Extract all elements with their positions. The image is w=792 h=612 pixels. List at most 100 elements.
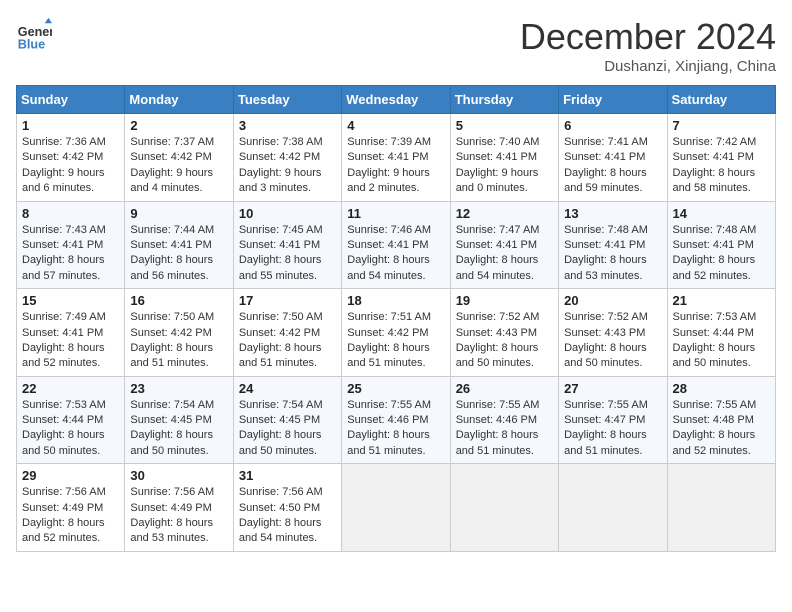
day-number: 16	[130, 293, 227, 308]
day-info: Sunrise: 7:36 AMSunset: 4:42 PMDaylight:…	[22, 136, 106, 194]
day-number: 30	[130, 468, 227, 483]
calendar-cell	[667, 464, 775, 552]
day-info: Sunrise: 7:53 AMSunset: 4:44 PMDaylight:…	[673, 311, 757, 369]
day-info: Sunrise: 7:42 AMSunset: 4:41 PMDaylight:…	[673, 136, 757, 194]
day-number: 31	[239, 468, 336, 483]
day-info: Sunrise: 7:52 AMSunset: 4:43 PMDaylight:…	[564, 311, 648, 369]
logo: General Blue	[16, 16, 52, 52]
svg-text:Blue: Blue	[18, 37, 45, 51]
calendar-cell: 5 Sunrise: 7:40 AMSunset: 4:41 PMDaylight…	[450, 114, 558, 202]
day-number: 26	[456, 381, 553, 396]
calendar-cell: 8 Sunrise: 7:43 AMSunset: 4:41 PMDaylight…	[17, 201, 125, 289]
day-number: 29	[22, 468, 119, 483]
day-info: Sunrise: 7:56 AMSunset: 4:49 PMDaylight:…	[22, 486, 106, 544]
day-info: Sunrise: 7:47 AMSunset: 4:41 PMDaylight:…	[456, 224, 540, 282]
calendar-week-5: 29 Sunrise: 7:56 AMSunset: 4:49 PMDayligh…	[17, 464, 776, 552]
weekday-header-thursday: Thursday	[450, 86, 558, 114]
day-info: Sunrise: 7:55 AMSunset: 4:47 PMDaylight:…	[564, 399, 648, 457]
day-info: Sunrise: 7:41 AMSunset: 4:41 PMDaylight:…	[564, 136, 648, 194]
calendar-cell: 19 Sunrise: 7:52 AMSunset: 4:43 PMDayligh…	[450, 289, 558, 377]
day-info: Sunrise: 7:55 AMSunset: 4:46 PMDaylight:…	[347, 399, 431, 457]
day-number: 13	[564, 206, 661, 221]
calendar-cell: 24Sunrise: 7:54 AMSunset: 4:45 PMDayligh…	[233, 376, 341, 464]
day-info: Sunrise: 7:49 AMSunset: 4:41 PMDaylight:…	[22, 311, 106, 369]
day-number: 3	[239, 118, 336, 133]
calendar-cell	[450, 464, 558, 552]
calendar-cell	[342, 464, 450, 552]
day-info: Sunrise: 7:55 AMSunset: 4:46 PMDaylight:…	[456, 399, 540, 457]
day-info: Sunrise: 7:53 AMSunset: 4:44 PMDaylight:…	[22, 399, 106, 457]
page-header: General Blue December 2024 Dushanzi, Xin…	[16, 16, 776, 75]
day-info: Sunrise: 7:50 AMSunset: 4:42 PMDaylight:…	[130, 311, 214, 369]
day-number: 5	[456, 118, 553, 133]
day-number: 23	[130, 381, 227, 396]
calendar-week-4: 22Sunrise: 7:53 AMSunset: 4:44 PMDayligh…	[17, 376, 776, 464]
day-info: Sunrise: 7:45 AMSunset: 4:41 PMDaylight:…	[239, 224, 323, 282]
weekday-header-sunday: Sunday	[17, 86, 125, 114]
calendar-cell: 20 Sunrise: 7:52 AMSunset: 4:43 PMDayligh…	[559, 289, 667, 377]
weekday-header-friday: Friday	[559, 86, 667, 114]
calendar-cell: 17 Sunrise: 7:50 AMSunset: 4:42 PMDayligh…	[233, 289, 341, 377]
day-number: 15	[22, 293, 119, 308]
calendar-cell: 15 Sunrise: 7:49 AMSunset: 4:41 PMDayligh…	[17, 289, 125, 377]
day-info: Sunrise: 7:56 AMSunset: 4:50 PMDaylight:…	[239, 486, 323, 544]
day-number: 20	[564, 293, 661, 308]
day-info: Sunrise: 7:44 AMSunset: 4:41 PMDaylight:…	[130, 224, 214, 282]
calendar-cell: 22Sunrise: 7:53 AMSunset: 4:44 PMDayligh…	[17, 376, 125, 464]
day-number: 6	[564, 118, 661, 133]
day-number: 14	[673, 206, 770, 221]
day-number: 9	[130, 206, 227, 221]
weekday-header-tuesday: Tuesday	[233, 86, 341, 114]
day-number: 12	[456, 206, 553, 221]
calendar-week-1: 1 Sunrise: 7:36 AMSunset: 4:42 PMDaylight…	[17, 114, 776, 202]
calendar-cell: 28Sunrise: 7:55 AMSunset: 4:48 PMDayligh…	[667, 376, 775, 464]
day-info: Sunrise: 7:48 AMSunset: 4:41 PMDaylight:…	[673, 224, 757, 282]
day-info: Sunrise: 7:48 AMSunset: 4:41 PMDaylight:…	[564, 224, 648, 282]
day-info: Sunrise: 7:52 AMSunset: 4:43 PMDaylight:…	[456, 311, 540, 369]
calendar-header-row: SundayMondayTuesdayWednesdayThursdayFrid…	[17, 86, 776, 114]
calendar-cell: 3Sunrise: 7:38 AMSunset: 4:42 PMDaylight…	[233, 114, 341, 202]
title-block: December 2024 Dushanzi, Xinjiang, China	[520, 16, 776, 75]
day-number: 4	[347, 118, 444, 133]
calendar-cell: 16 Sunrise: 7:50 AMSunset: 4:42 PMDayligh…	[125, 289, 233, 377]
month-title: December 2024	[520, 16, 776, 58]
day-info: Sunrise: 7:55 AMSunset: 4:48 PMDaylight:…	[673, 399, 757, 457]
calendar-cell: 26 Sunrise: 7:55 AMSunset: 4:46 PMDayligh…	[450, 376, 558, 464]
day-info: Sunrise: 7:39 AMSunset: 4:41 PMDaylight:…	[347, 136, 431, 194]
day-number: 10	[239, 206, 336, 221]
day-number: 25	[347, 381, 444, 396]
day-info: Sunrise: 7:46 AMSunset: 4:41 PMDaylight:…	[347, 224, 431, 282]
logo-icon: General Blue	[16, 16, 52, 52]
calendar-body: 1 Sunrise: 7:36 AMSunset: 4:42 PMDaylight…	[17, 114, 776, 552]
calendar-cell: 7 Sunrise: 7:42 AMSunset: 4:41 PMDaylight…	[667, 114, 775, 202]
calendar-table: SundayMondayTuesdayWednesdayThursdayFrid…	[16, 85, 776, 552]
location: Dushanzi, Xinjiang, China	[520, 58, 776, 75]
day-number: 8	[22, 206, 119, 221]
day-info: Sunrise: 7:43 AMSunset: 4:41 PMDaylight:…	[22, 224, 106, 282]
weekday-header-saturday: Saturday	[667, 86, 775, 114]
day-info: Sunrise: 7:56 AMSunset: 4:49 PMDaylight:…	[130, 486, 214, 544]
day-number: 21	[673, 293, 770, 308]
calendar-cell: 1 Sunrise: 7:36 AMSunset: 4:42 PMDaylight…	[17, 114, 125, 202]
calendar-cell: 30 Sunrise: 7:56 AMSunset: 4:49 PMDayligh…	[125, 464, 233, 552]
day-info: Sunrise: 7:40 AMSunset: 4:41 PMDaylight:…	[456, 136, 540, 194]
calendar-cell	[559, 464, 667, 552]
calendar-cell: 2Sunrise: 7:37 AMSunset: 4:42 PMDaylight…	[125, 114, 233, 202]
calendar-cell: 23Sunrise: 7:54 AMSunset: 4:45 PMDayligh…	[125, 376, 233, 464]
calendar-cell: 13 Sunrise: 7:48 AMSunset: 4:41 PMDayligh…	[559, 201, 667, 289]
day-number: 11	[347, 206, 444, 221]
day-number: 2	[130, 118, 227, 133]
calendar-cell: 9 Sunrise: 7:44 AMSunset: 4:41 PMDaylight…	[125, 201, 233, 289]
day-info: Sunrise: 7:50 AMSunset: 4:42 PMDaylight:…	[239, 311, 323, 369]
weekday-header-wednesday: Wednesday	[342, 86, 450, 114]
day-info: Sunrise: 7:54 AMSunset: 4:45 PMDaylight:…	[239, 399, 323, 457]
day-number: 27	[564, 381, 661, 396]
calendar-cell: 14 Sunrise: 7:48 AMSunset: 4:41 PMDayligh…	[667, 201, 775, 289]
calendar-week-2: 8 Sunrise: 7:43 AMSunset: 4:41 PMDaylight…	[17, 201, 776, 289]
day-number: 17	[239, 293, 336, 308]
calendar-cell: 12 Sunrise: 7:47 AMSunset: 4:41 PMDayligh…	[450, 201, 558, 289]
day-number: 7	[673, 118, 770, 133]
day-number: 19	[456, 293, 553, 308]
day-number: 1	[22, 118, 119, 133]
calendar-cell: 31 Sunrise: 7:56 AMSunset: 4:50 PMDayligh…	[233, 464, 341, 552]
